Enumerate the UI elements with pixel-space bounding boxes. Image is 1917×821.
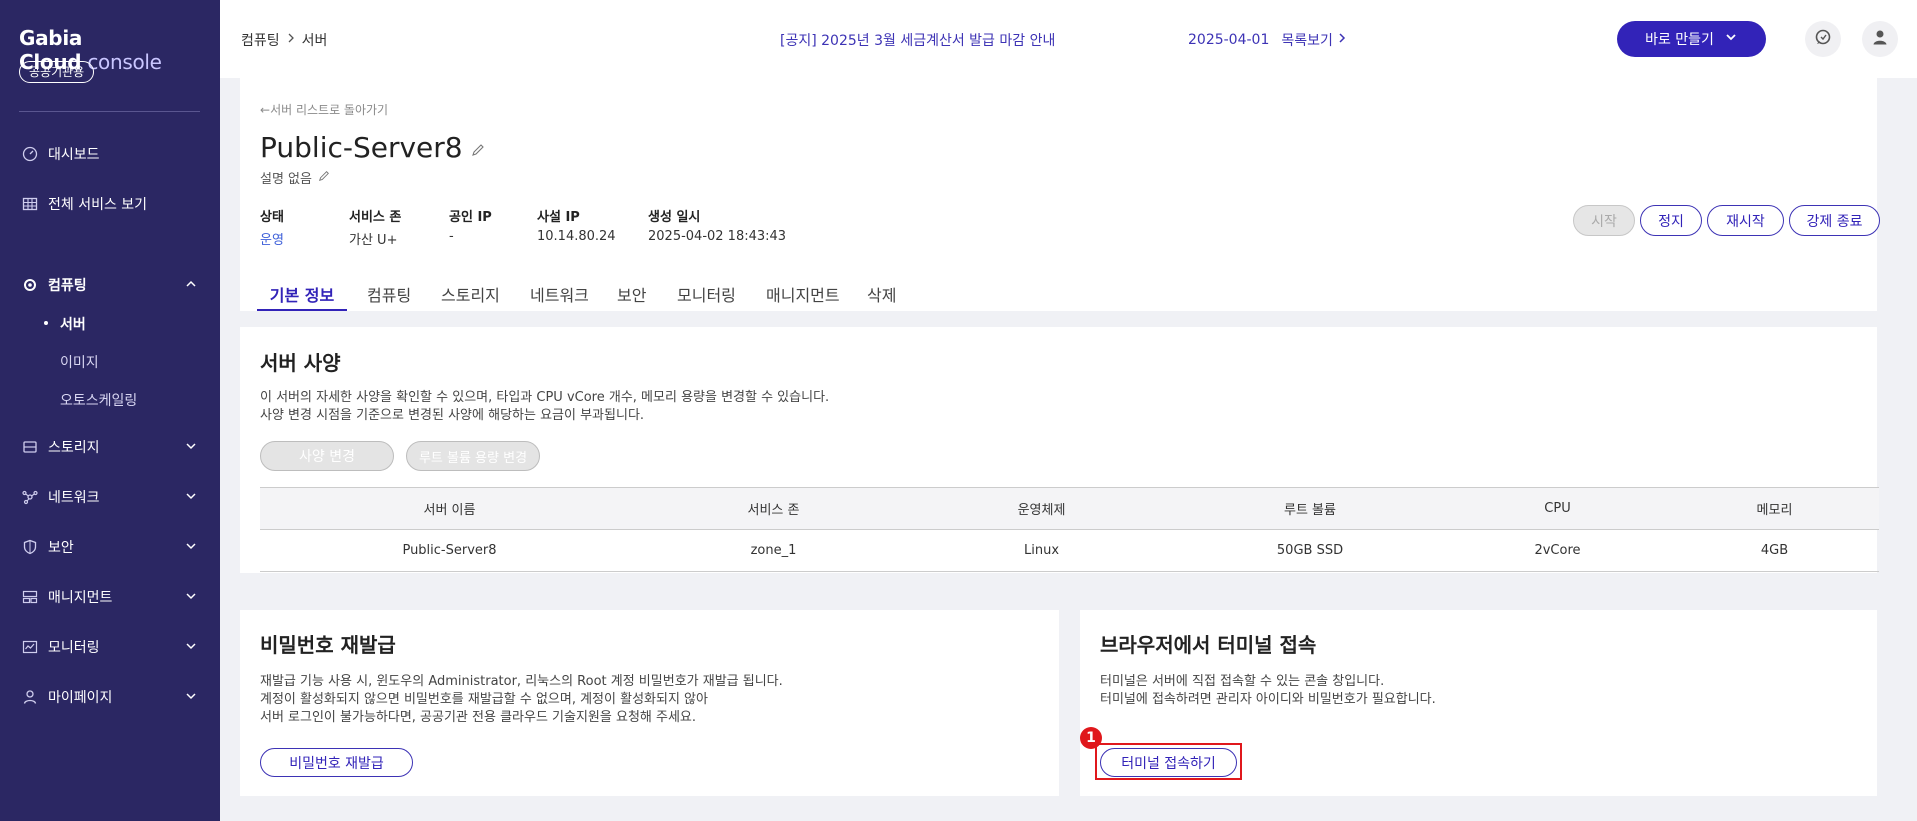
sidebar-item-network[interactable]: 네트워크 [22, 486, 198, 508]
shield-icon [22, 539, 38, 555]
storage-icon [22, 439, 38, 455]
col-server-name: 서버 이름 [260, 487, 639, 530]
arrow-left-icon: ← [260, 103, 271, 117]
table-row: Public-Server8 zone_1 Linux 50GB SSD 2vC… [260, 529, 1879, 572]
chevron-down-icon [184, 589, 198, 603]
password-title: 비밀번호 재발급 [260, 633, 396, 657]
chat-icon [1814, 28, 1832, 50]
breadcrumb: 컴퓨팅 서버 [241, 30, 327, 50]
public-sector-badge: 공공기관용 [19, 61, 95, 83]
sidebar-sub-server[interactable]: 서버 [44, 314, 86, 334]
change-spec-button[interactable]: 사양 변경 [260, 441, 394, 471]
profile-button[interactable] [1862, 21, 1898, 57]
info-created-at: 생성 일시 2025-04-02 18:43:43 [648, 210, 787, 244]
chevron-down-icon [184, 539, 198, 553]
tab-security[interactable]: 보안 [617, 271, 646, 311]
tab-network[interactable]: 네트워크 [530, 271, 589, 311]
terminal-connect-button[interactable]: 터미널 접속하기 [1100, 748, 1237, 777]
server-title: Public-Server8 [260, 131, 485, 164]
sidebar-sub-autoscaling[interactable]: 오토스케일링 [60, 390, 137, 410]
terminal-access-panel: 브라우저에서 터미널 접속 터미널은 서버에 직접 접속할 수 있는 콘솔 창입… [1080, 610, 1877, 796]
chevron-right-icon [286, 32, 296, 48]
topbar: 컴퓨팅 서버 [공지] 2025년 3월 세금계산서 발급 마감 안내 2025… [220, 0, 1917, 78]
col-service-zone: 서비스 존 [639, 487, 908, 530]
info-public-ip: 공인 IP - [449, 210, 492, 244]
change-root-volume-button[interactable]: 루트 볼륨 용량 변경 [406, 441, 540, 471]
reissue-password-button[interactable]: 비밀번호 재발급 [260, 748, 413, 777]
sidebar-item-mypage[interactable]: 마이페이지 [22, 686, 198, 708]
sidebar-item-monitoring[interactable]: 모니터링 [22, 636, 198, 658]
breadcrumb-server[interactable]: 서버 [302, 30, 328, 50]
col-cpu: CPU [1445, 487, 1670, 530]
back-to-server-list-link[interactable]: ←서버 리스트로 돌아가기 [260, 101, 388, 118]
tab-delete[interactable]: 삭제 [867, 271, 896, 311]
grid-icon [22, 196, 38, 212]
sidebar-item-security[interactable]: 보안 [22, 536, 198, 558]
sidebar-item-computing[interactable]: 컴퓨팅 [22, 274, 198, 296]
server-spec-panel: 서버 사양 이 서버의 자세한 사양을 확인할 수 있으며, 타입과 CPU v… [240, 327, 1879, 573]
info-status: 상태 운영 [260, 210, 284, 248]
sidebar: Gabia Cloud console 공공기관용 대시보드 전체 서비스 보기 … [0, 0, 220, 821]
force-stop-button[interactable]: 강제 종료 [1789, 205, 1880, 236]
chevron-up-icon [184, 277, 198, 291]
start-button[interactable]: 시작 [1573, 205, 1635, 236]
terminal-title: 브라우저에서 터미널 접속 [1100, 633, 1317, 657]
network-icon [22, 489, 38, 505]
chevron-right-icon [1337, 32, 1347, 48]
server-header-panel: ←서버 리스트로 돌아가기 Public-Server8 설명 없음 상태 운영… [240, 78, 1880, 311]
notice-list-label: 목록보기 [1281, 33, 1333, 49]
status-value: 운영 [260, 233, 284, 248]
sidebar-item-management[interactable]: 매니지먼트 [22, 586, 198, 608]
edit-name-icon[interactable] [471, 131, 485, 164]
spec-table: 서버 이름 서비스 존 운영체제 루트 볼륨 CPU 메모리 Public-Se… [260, 487, 1879, 572]
stop-button[interactable]: 정지 [1640, 205, 1702, 236]
tab-monitoring[interactable]: 모니터링 [677, 271, 736, 311]
step-badge: 1 [1080, 727, 1102, 749]
gauge-icon [22, 146, 38, 162]
password-description: 재발급 기능 사용 시, 윈도우의 Administrator, 리눅스의 Ro… [260, 674, 783, 725]
sidebar-item-dashboard[interactable]: 대시보드 [22, 143, 198, 165]
user-icon [1871, 28, 1889, 50]
server-description: 설명 없음 [260, 168, 330, 187]
chat-button[interactable] [1805, 21, 1841, 57]
chevron-down-icon [184, 689, 198, 703]
spec-title: 서버 사양 [260, 351, 341, 375]
chevron-down-icon [184, 489, 198, 503]
chevron-down-icon [184, 439, 198, 453]
col-os: 운영체제 [908, 487, 1175, 530]
chevron-down-icon [184, 639, 198, 653]
restart-button[interactable]: 재시작 [1707, 205, 1784, 236]
col-memory: 메모리 [1670, 487, 1879, 530]
management-icon [22, 589, 38, 605]
quick-create-button[interactable]: 바로 만들기 [1617, 21, 1766, 57]
chevron-down-icon [1724, 30, 1738, 48]
sidebar-divider [19, 111, 200, 112]
sidebar-item-storage[interactable]: 스토리지 [22, 436, 198, 458]
chip-icon [22, 277, 38, 293]
sidebar-item-all-services[interactable]: 전체 서비스 보기 [22, 193, 198, 215]
tab-basic-info[interactable]: 기본 정보 [257, 271, 347, 311]
col-root-volume: 루트 볼륨 [1175, 487, 1445, 530]
notice-link[interactable]: [공지] 2025년 3월 세금계산서 발급 마감 안내 [780, 30, 1055, 50]
tab-storage[interactable]: 스토리지 [441, 271, 500, 311]
monitor-icon [22, 639, 38, 655]
tab-management[interactable]: 매니지먼트 [766, 271, 840, 311]
spec-table-header: 서버 이름 서비스 존 운영체제 루트 볼륨 CPU 메모리 [260, 487, 1879, 530]
info-service-zone: 서비스 존 가산 U+ [349, 210, 402, 248]
edit-description-icon[interactable] [318, 170, 330, 186]
terminal-description: 터미널은 서버에 직접 접속할 수 있는 콘솔 창입니다. 터미널에 접속하려면… [1100, 674, 1436, 707]
breadcrumb-computing[interactable]: 컴퓨팅 [241, 30, 280, 50]
notice-date: 2025-04-01 [1188, 32, 1270, 48]
spec-description: 이 서버의 자세한 사양을 확인할 수 있으며, 타입과 CPU vCore 개… [260, 390, 830, 423]
tab-computing[interactable]: 컴퓨팅 [367, 271, 411, 311]
sidebar-sub-image[interactable]: 이미지 [60, 352, 99, 372]
notice-list-link[interactable]: 2025-04-01 목록보기 [1188, 30, 1347, 50]
password-reissue-panel: 비밀번호 재발급 재발급 기능 사용 시, 윈도우의 Administrator… [240, 610, 1059, 796]
server-name: Public-Server8 [260, 131, 463, 164]
user-icon [22, 689, 38, 705]
info-private-ip: 사설 IP 10.14.80.24 [537, 210, 616, 244]
